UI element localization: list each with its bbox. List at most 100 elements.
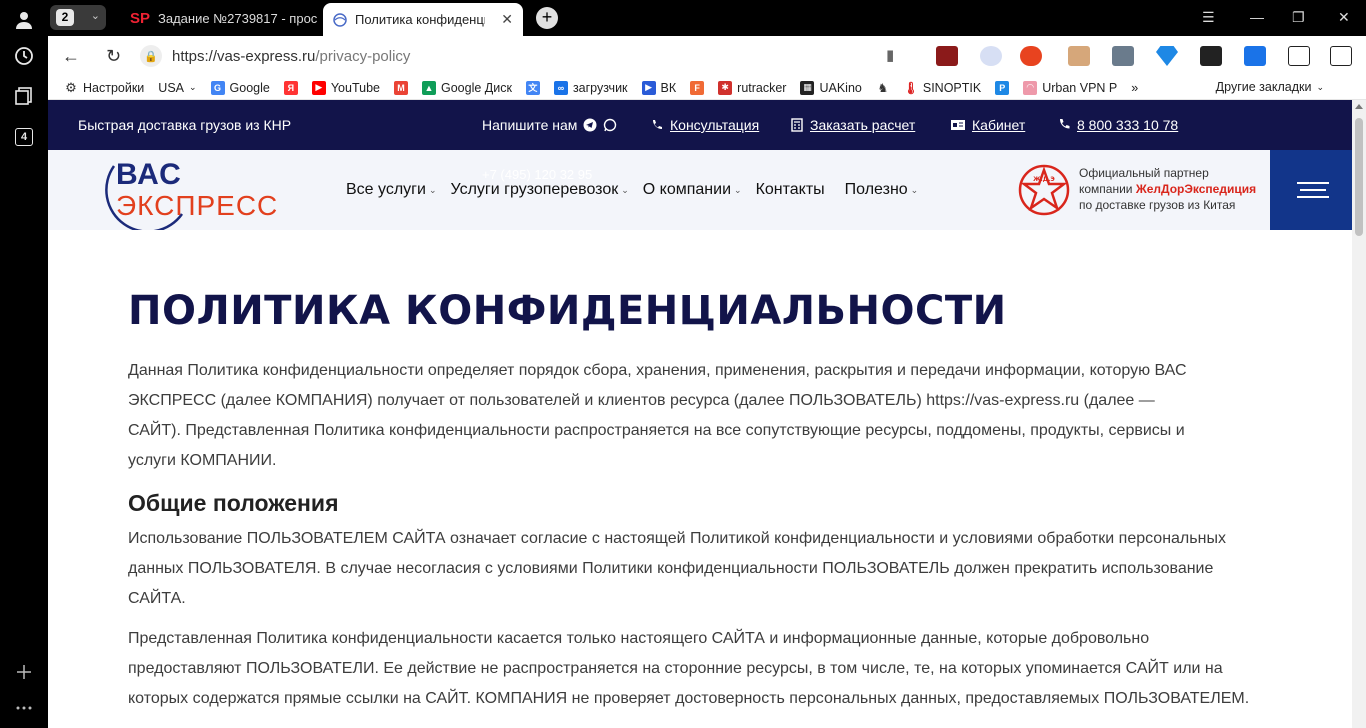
tab-label: Задание №2739817 - прос (158, 10, 318, 26)
section-paragraph: Использование ПОЛЬЗОВАТЕЛЕМ САЙТА означа… (128, 530, 1226, 607)
bookmark-f[interactable]: F (690, 80, 705, 95)
tab-counter[interactable]: 2 ⌄ (50, 5, 106, 30)
extension-icon[interactable] (1330, 46, 1352, 66)
site-favicon-icon (333, 12, 347, 27)
tab-privacy-policy[interactable]: Политика конфиденциаль ✕ (323, 3, 523, 36)
extension-icon[interactable] (980, 46, 1002, 66)
extension-icon[interactable] (1112, 46, 1134, 66)
partner-info: Официальный партнер компании ЖелДорЭкспе… (1079, 165, 1256, 213)
rutracker-icon: ✱ (718, 80, 733, 95)
f-icon: F (690, 80, 705, 95)
scrollbar-thumb[interactable] (1355, 118, 1363, 236)
tab-task[interactable]: SP Задание №2739817 - прос (120, 4, 320, 32)
site-logo[interactable]: ВАС ЭКСПРЕСС (92, 152, 287, 230)
site-header: ВАС ЭКСПРЕСС +7 (495) 120 32 95 Все услу… (48, 150, 1352, 230)
gmail-icon: M (393, 80, 408, 95)
cabinet-link[interactable]: Кабинет (950, 117, 1025, 133)
reload-icon[interactable]: ↻ (106, 46, 121, 67)
bookmark-settings[interactable]: ⚙ Настройки (64, 79, 144, 95)
bookmark-icon[interactable]: ▮ (886, 46, 894, 64)
bookmark-translate[interactable]: 文 (525, 80, 540, 95)
history-icon[interactable] (12, 44, 36, 68)
restore-icon[interactable]: ❐ (1292, 9, 1305, 26)
id-card-icon (951, 120, 965, 130)
order-calc-link[interactable]: Заказать расчет (790, 117, 915, 133)
collections-icon[interactable] (12, 84, 36, 108)
other-bookmarks[interactable]: Другие закладки ⌄ (1216, 80, 1324, 94)
bookmark-gmail[interactable]: M (393, 80, 408, 95)
partner-line3: по доставке грузов из Китая (1079, 198, 1236, 212)
profile-icon[interactable] (12, 8, 36, 32)
close-tab-icon[interactable]: ✕ (501, 11, 513, 28)
nav-contacts[interactable]: Контакты (756, 181, 825, 199)
youtube-icon: ▶ (311, 80, 326, 95)
add-panel-icon[interactable] (12, 660, 36, 684)
zhde-logo-icon[interactable]: Ж.Д.Э (1018, 164, 1070, 216)
sp-favicon-icon: SP (130, 9, 151, 27)
bookmarks-more[interactable]: » (1131, 81, 1138, 95)
bookmark-urban-vpn[interactable]: ◠ Urban VPN P (1023, 80, 1117, 95)
page-scrollbar[interactable] (1352, 100, 1366, 728)
gear-icon: ⚙ (65, 79, 77, 95)
write-us[interactable]: Напишите нам (482, 117, 617, 133)
menu-icon[interactable]: ☰ (1202, 9, 1215, 26)
nav-about[interactable]: О компании ⌄ (643, 181, 742, 199)
lock-icon[interactable]: 🔒 (140, 45, 162, 67)
p-icon: P (995, 80, 1010, 95)
url-path: /privacy-policy (315, 47, 411, 65)
burger-line (1297, 196, 1329, 198)
bookmarks-bar: ⚙ Настройки USA ⌄ G Google Я ▶ YouTube M ▲ Go… (48, 76, 1366, 100)
nav-all-services[interactable]: Все услуги ⌄ (346, 181, 437, 199)
extension-icon[interactable] (1068, 46, 1090, 66)
chevron-down-icon: ⌄ (910, 184, 919, 195)
bookmark-drive[interactable]: ▲ Google Диск (421, 80, 512, 95)
download-icon[interactable] (1244, 46, 1266, 66)
burger-line (1297, 182, 1329, 184)
bookmark-yandex[interactable]: Я (283, 80, 298, 95)
bookmark-google[interactable]: G Google (210, 80, 270, 95)
telegram-icon[interactable] (583, 118, 597, 132)
url-field[interactable]: 🔒 https://vas-express.ru/privacy-policy (140, 42, 910, 70)
extension-icon[interactable] (1288, 46, 1310, 66)
nav-useful[interactable]: Полезно ⌄ (845, 181, 919, 199)
extension-icon[interactable] (1200, 46, 1222, 66)
minimize-icon[interactable]: — (1250, 9, 1264, 25)
nav-freight-services[interactable]: Услуги грузоперевозок ⌄ (451, 181, 629, 199)
bookmark-vk[interactable]: ▶ ВК (641, 80, 676, 95)
extension-icon[interactable] (936, 46, 958, 66)
bookmark-uakino[interactable]: ▦ UAKino (800, 80, 862, 95)
bookmark-youtube[interactable]: ▶ YouTube (311, 80, 380, 95)
bookmark-chess[interactable]: ♞ (876, 81, 890, 95)
main-nav: Все услуги ⌄ Услуги грузоперевозок ⌄ О ком… (346, 181, 918, 199)
partner-brand[interactable]: ЖелДорЭкспедиция (1136, 182, 1256, 196)
bookmark-rutracker[interactable]: ✱ rutracker (718, 80, 786, 95)
bookmark-sinoptik[interactable]: 🌡 SINOPTIK (903, 81, 981, 95)
phone-link[interactable]: 8 800 333 10 78 (1057, 117, 1178, 133)
vpn-icon: ◠ (1023, 80, 1038, 95)
scroll-up-icon[interactable] (1355, 104, 1363, 109)
bookmark-usa[interactable]: USA ⌄ (158, 81, 196, 95)
more-icon[interactable] (12, 696, 36, 720)
close-window-icon[interactable]: ✕ (1338, 9, 1350, 26)
logo-text-top: ВАС (116, 158, 182, 191)
bookmark-loader[interactable]: ∞ загрузчик (553, 80, 628, 95)
vk-icon: ▶ (641, 80, 656, 95)
chevron-down-icon: ⌄ (621, 184, 629, 195)
tab-label: Политика конфиденциаль (355, 12, 485, 27)
yandex-icon: Я (283, 80, 298, 95)
bookmark-p[interactable]: P (995, 80, 1010, 95)
consultation-link[interactable]: Консультация (650, 117, 759, 133)
burger-menu-button[interactable] (1270, 150, 1352, 230)
chevron-down-icon: ⌄ (1316, 81, 1324, 92)
phone-call-icon (653, 120, 662, 129)
web-page: Быстрая доставка грузов из КНР Напишите … (48, 100, 1352, 728)
whatsapp-icon[interactable] (603, 118, 617, 132)
svg-text:Ж.Д.Э: Ж.Д.Э (1033, 176, 1055, 183)
new-tab-button[interactable]: + (536, 7, 558, 29)
back-icon[interactable]: ← (62, 46, 80, 67)
extension-icon[interactable] (1020, 46, 1042, 66)
sidebar-badge[interactable]: 4 (15, 128, 33, 146)
chevron-down-icon: ⌄ (734, 184, 742, 195)
extension-icon[interactable] (1156, 46, 1178, 66)
chevron-down-icon: ⌄ (189, 82, 197, 92)
